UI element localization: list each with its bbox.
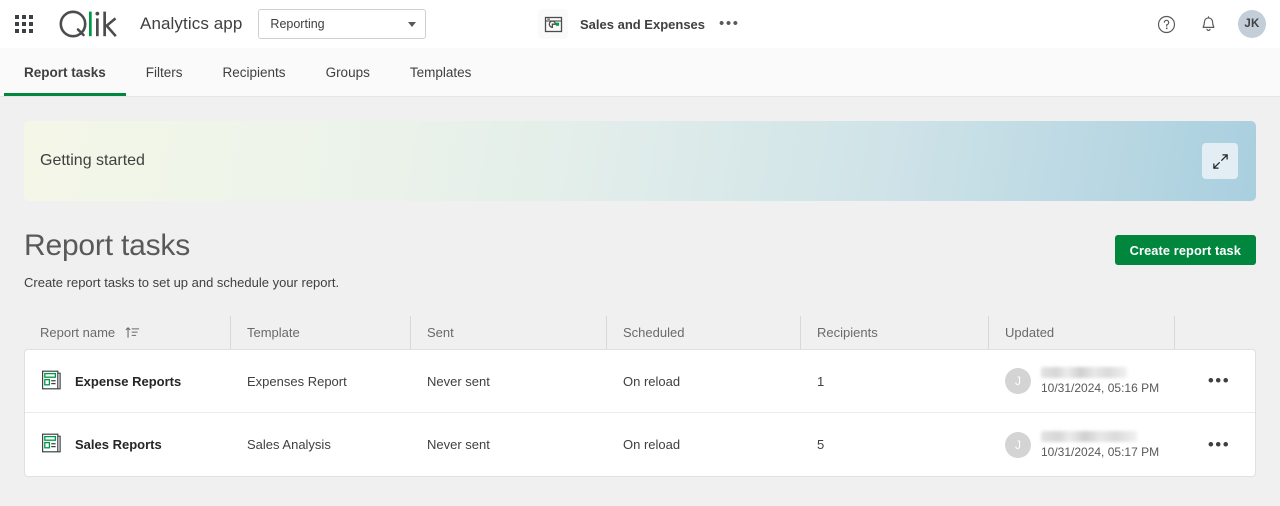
cell-recipients: 5: [817, 437, 825, 452]
sheet-chart-icon[interactable]: [538, 9, 568, 39]
app-title: Analytics app: [140, 14, 243, 33]
table-row[interactable]: Sales Reports Sales Analysis Never sent …: [25, 413, 1255, 476]
cell-report-name: Sales Reports: [25, 413, 231, 476]
help-circle-icon[interactable]: [1154, 12, 1178, 36]
table-body: Expense Reports Expenses Report Never se…: [24, 349, 1256, 477]
row-more-actions-button[interactable]: •••: [1191, 372, 1247, 389]
column-header-template[interactable]: Template: [230, 316, 410, 349]
qlik-logo[interactable]: [56, 0, 124, 48]
updated-by-name-redacted: [1041, 367, 1127, 378]
main-tabs: Report tasks Filters Recipients Groups T…: [0, 48, 1280, 97]
page-subtitle: Create report tasks to set up and schedu…: [24, 275, 340, 290]
document-name[interactable]: Sales and Expenses: [580, 17, 705, 32]
top-bar: Analytics app Reporting Sales and Expens…: [0, 0, 1280, 48]
cell-updated: J 10/31/2024, 05:16 PM: [989, 350, 1175, 413]
column-header-scheduled[interactable]: Scheduled: [606, 316, 800, 349]
bell-icon[interactable]: [1196, 12, 1220, 36]
updated-by-avatar: J: [1005, 431, 1031, 458]
expand-diagonal-icon[interactable]: [1202, 143, 1238, 179]
cell-recipients: 1: [817, 373, 825, 389]
table-row[interactable]: Expense Reports Expenses Report Never se…: [25, 350, 1255, 413]
cell-template: Sales Analysis: [247, 437, 331, 452]
tab-report-tasks[interactable]: Report tasks: [4, 48, 126, 96]
row-more-actions-button[interactable]: •••: [1191, 436, 1247, 453]
report-name-text: Sales Reports: [75, 437, 162, 452]
sort-ascending-icon: [125, 326, 140, 339]
apps-grid-icon: [15, 15, 33, 33]
document-breadcrumb: Sales and Expenses •••: [538, 9, 740, 39]
document-more-button[interactable]: •••: [719, 16, 740, 31]
tab-recipients[interactable]: Recipients: [203, 48, 306, 96]
column-header-report-name[interactable]: Report name: [24, 316, 230, 349]
create-report-task-button[interactable]: Create report task: [1114, 235, 1256, 265]
cell-sent: Never sent: [427, 373, 490, 389]
table-header-row: Report name Template Sent Scheduled Reci…: [24, 316, 1256, 349]
tab-groups[interactable]: Groups: [306, 48, 390, 96]
report-name-text: Expense Reports: [75, 373, 182, 389]
top-bar-actions: JK: [1154, 10, 1266, 38]
report-document-icon: [41, 432, 63, 457]
updated-date: 10/31/2024, 05:16 PM: [1041, 381, 1160, 395]
apps-grid-button[interactable]: [0, 0, 48, 48]
column-header-recipients[interactable]: Recipients: [800, 316, 988, 349]
cell-report-name: Expense Reports: [25, 350, 231, 413]
chevron-down-icon: [408, 21, 417, 27]
cell-actions: •••: [1175, 350, 1247, 413]
user-avatar[interactable]: JK: [1238, 10, 1266, 38]
tab-filters[interactable]: Filters: [126, 48, 203, 96]
tab-templates[interactable]: Templates: [390, 48, 492, 96]
page-header: Report tasks Create report tasks to set …: [24, 229, 1256, 290]
report-document-icon: [41, 369, 63, 394]
cell-sent: Never sent: [427, 437, 490, 452]
cell-template: Expenses Report: [247, 373, 347, 389]
updated-date: 10/31/2024, 05:17 PM: [1041, 444, 1160, 459]
column-header-updated[interactable]: Updated: [988, 316, 1174, 349]
column-header-sent[interactable]: Sent: [410, 316, 606, 349]
updated-by-name-redacted: [1041, 430, 1137, 442]
column-header-report-name-label: Report name: [40, 325, 116, 340]
cell-actions: •••: [1175, 413, 1247, 476]
report-tasks-table: Report name Template Sent Scheduled Reci…: [24, 316, 1256, 477]
cell-scheduled: On reload: [623, 437, 681, 452]
page-title: Report tasks: [24, 229, 190, 262]
updated-by-avatar: J: [1005, 368, 1031, 394]
getting-started-title: Getting started: [40, 152, 145, 169]
cell-scheduled: On reload: [623, 373, 681, 389]
space-selector[interactable]: Reporting: [258, 9, 427, 39]
column-header-actions: [1174, 316, 1246, 349]
cell-updated: J 10/31/2024, 05:17 PM: [989, 413, 1175, 476]
space-selector-value: Reporting: [270, 17, 325, 31]
getting-started-banner[interactable]: Getting started: [24, 121, 1256, 201]
main-content: Getting started Report tasks Create repo…: [0, 121, 1280, 477]
